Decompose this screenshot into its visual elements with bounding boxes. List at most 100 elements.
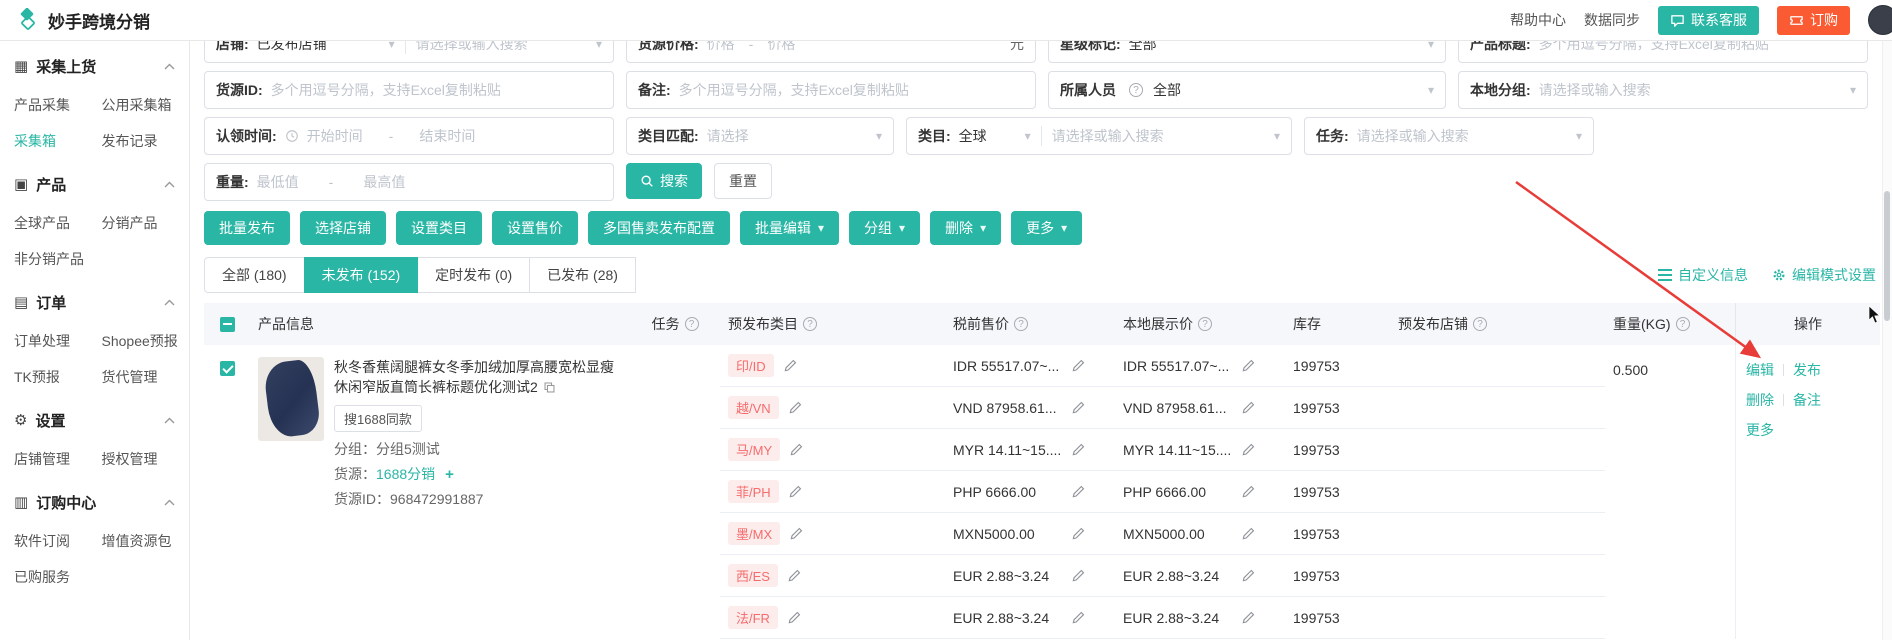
publish-action[interactable]: 发布 [1793,360,1821,380]
source-link[interactable]: 1688分销 [376,466,435,482]
edit-local-price-icon[interactable] [1241,358,1256,373]
edit-category-icon[interactable] [787,568,802,583]
help-icon[interactable]: ? [1129,83,1143,97]
start-time-input[interactable]: 开始时间 [307,126,363,146]
source-price-filter[interactable]: 货源价格: 价格 - 价格 元 [626,41,1036,63]
edit-local-price-icon[interactable] [1241,442,1256,457]
reset-button[interactable]: 重置 [714,163,772,199]
edit-price-icon[interactable] [1071,442,1086,457]
star-mark-filter[interactable]: 星级标记: 全部 ▾ [1048,41,1446,63]
end-time-input[interactable]: 结束时间 [419,126,475,146]
search-1688-same-button[interactable]: 搜1688同款 [334,404,422,432]
sidebar-item-publish-records[interactable]: 发布记录 [102,123,190,159]
help-center-link[interactable]: 帮助中心 [1510,10,1566,30]
set-category-button[interactable]: 设置类目 [396,211,482,245]
delete-dropdown[interactable]: 删除 ▾ [930,211,1002,245]
sidebar-item-shop-management[interactable]: 店铺管理 [14,441,102,477]
sidebar-section-purchase-center[interactable]: ▥ 订购中心 [0,481,189,523]
weight-min-input[interactable]: 最低值 [257,172,299,192]
product-image[interactable] [258,357,324,441]
select-all-checkbox[interactable] [219,316,235,332]
edit-category-icon[interactable] [787,610,802,625]
edit-category-icon[interactable] [789,442,804,457]
edit-price-icon[interactable] [1071,568,1086,583]
sidebar-item-public-collect-box[interactable]: 公用采集箱 [102,87,190,123]
sidebar-item-tk-forecast[interactable]: TK预报 [14,359,102,395]
edit-category-icon[interactable] [788,400,803,415]
help-icon[interactable]: ? [1014,317,1028,331]
tab-unpublished[interactable]: 未发布 (152) [303,257,419,293]
price-max-input[interactable]: 价格 [767,41,795,54]
price-min-input[interactable]: 价格 [707,41,735,54]
batch-publish-button[interactable]: 批量发布 [204,211,290,245]
edit-action[interactable]: 编辑 [1746,360,1774,380]
sidebar-item-freight-management[interactable]: 货代管理 [102,359,190,395]
product-title-filter[interactable]: 产品标题: 多个用逗号分隔，支持Excel复制粘贴 [1458,41,1868,63]
batch-edit-dropdown[interactable]: 批量编辑 ▾ [740,211,840,245]
edit-local-price-icon[interactable] [1241,484,1256,499]
local-group-filter[interactable]: 本地分组: 请选择或输入搜索 ▾ [1458,71,1868,109]
category-filter[interactable]: 类目: 全球 ▾ 请选择或输入搜索 ▾ [906,117,1292,155]
set-price-button[interactable]: 设置售价 [492,211,578,245]
claim-time-filter[interactable]: 认领时间: 开始时间 - 结束时间 [204,117,614,155]
edit-price-icon[interactable] [1071,400,1086,415]
edit-category-icon[interactable] [789,526,804,541]
edit-local-price-icon[interactable] [1241,526,1256,541]
edit-price-icon[interactable] [1071,610,1086,625]
tab-all[interactable]: 全部 (180) [204,257,305,293]
edit-local-price-icon[interactable] [1241,610,1256,625]
subscribe-button[interactable]: 订购 [1777,5,1850,35]
sidebar-item-product-collect[interactable]: 产品采集 [14,87,102,123]
scrollbar-thumb[interactable] [1884,191,1890,321]
edit-category-icon[interactable] [788,484,803,499]
edit-mode-settings-link[interactable]: 编辑模式设置 [1772,265,1876,285]
remark-filter[interactable]: 备注: 多个用逗号分隔，支持Excel复制粘贴 [626,71,1036,109]
sidebar-section-collect[interactable]: ▦ 采集上货 [0,45,189,87]
remark-action[interactable]: 备注 [1793,390,1821,410]
add-source-icon[interactable]: + [445,466,454,483]
source-id-filter[interactable]: 货源ID: 多个用逗号分隔，支持Excel复制粘贴 [204,71,614,109]
sidebar-item-value-added-pack[interactable]: 增值资源包 [102,523,190,559]
edit-price-icon[interactable] [1071,526,1086,541]
sidebar-item-order-processing[interactable]: 订单处理 [14,323,102,359]
user-avatar[interactable] [1868,5,1892,35]
edit-local-price-icon[interactable] [1241,400,1256,415]
tab-published[interactable]: 已发布 (28) [529,257,636,293]
help-icon[interactable]: ? [1473,317,1487,331]
category-match-filter[interactable]: 类目匹配: 请选择 ▾ [626,117,894,155]
data-sync-link[interactable]: 数据同步 [1584,10,1640,30]
weight-max-input[interactable]: 最高值 [363,172,405,192]
more-action[interactable]: 更多 [1746,420,1774,440]
delete-action[interactable]: 删除 [1746,390,1774,410]
edit-price-icon[interactable] [1071,484,1086,499]
search-button[interactable]: 搜索 [626,163,702,199]
edit-local-price-icon[interactable] [1241,568,1256,583]
sidebar-item-global-products[interactable]: 全球产品 [14,205,102,241]
help-icon[interactable]: ? [1198,317,1212,331]
shop-filter[interactable]: 店铺: 已发布店铺 ▾ 请选择或输入搜索 ▾ [204,41,614,63]
sidebar-item-collect-box[interactable]: 采集箱 [14,123,102,159]
sidebar-item-software-subscription[interactable]: 软件订阅 [14,523,102,559]
edit-category-icon[interactable] [783,358,798,373]
multi-country-config-button[interactable]: 多国售卖发布配置 [588,211,730,245]
help-icon[interactable]: ? [1675,317,1690,331]
group-dropdown[interactable]: 分组 ▾ [849,211,921,245]
sidebar-item-shopee-forecast[interactable]: Shopee预报 [102,323,190,359]
copy-icon[interactable] [543,381,556,394]
custom-info-link[interactable]: 自定义信息 [1658,265,1748,285]
sidebar-item-non-distribution-products[interactable]: 非分销产品 [14,241,102,277]
edit-price-icon[interactable] [1071,358,1086,373]
select-shop-button[interactable]: 选择店铺 [300,211,386,245]
sidebar-section-orders[interactable]: ▤ 订单 [0,281,189,323]
sidebar-item-auth-management[interactable]: 授权管理 [102,441,190,477]
row-checkbox[interactable] [219,361,235,376]
sidebar-section-product[interactable]: ▣ 产品 [0,163,189,205]
tab-scheduled[interactable]: 定时发布 (0) [417,257,531,293]
more-dropdown[interactable]: 更多 ▾ [1011,211,1083,245]
sidebar-item-purchased-services[interactable]: 已购服务 [14,559,102,595]
help-icon[interactable]: ? [803,317,817,331]
sidebar-section-settings[interactable]: ⚙ 设置 [0,399,189,441]
weight-filter[interactable]: 重量: 最低值 - 最高值 [204,163,614,201]
contact-support-button[interactable]: 联系客服 [1658,5,1759,35]
help-icon[interactable]: ? [684,317,699,331]
